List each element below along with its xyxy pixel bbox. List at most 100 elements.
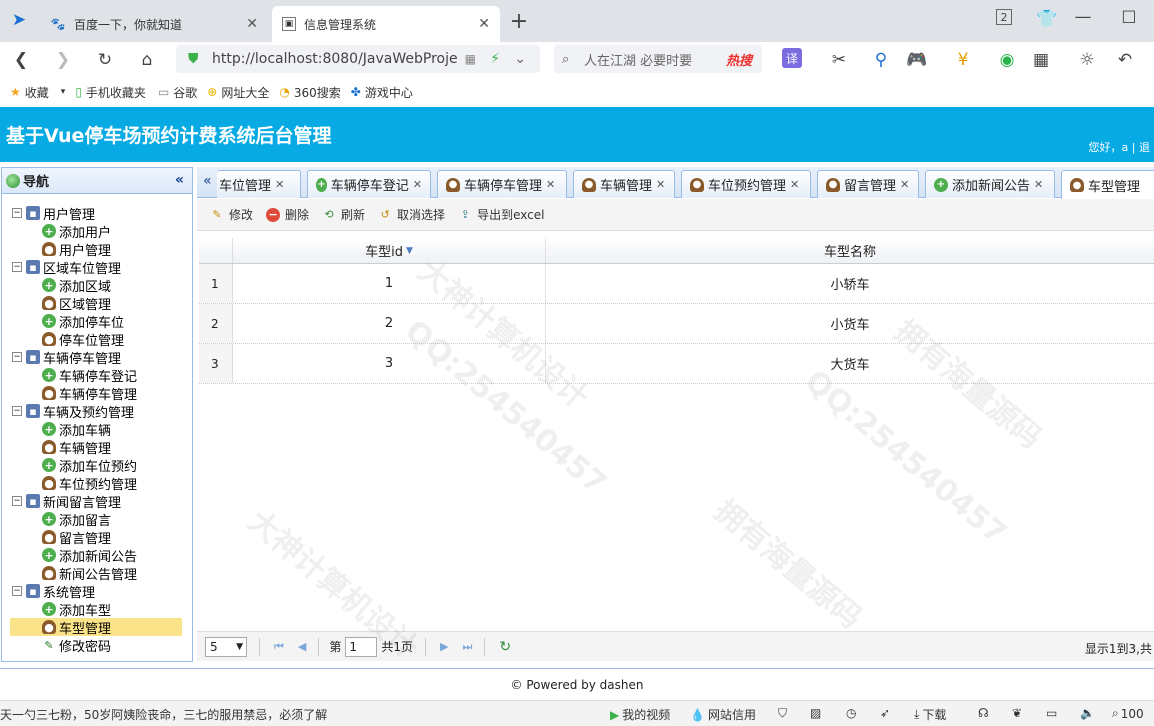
bookmark-favorites[interactable]: ★ 收藏 ▾	[10, 84, 65, 101]
nav-group[interactable]: − ▪ 系统管理	[12, 582, 95, 601]
table-row[interactable]: 2 2 小货车	[199, 304, 1154, 344]
wallet-icon[interactable]: ¥	[950, 48, 976, 72]
back-icon[interactable]: ❮	[8, 48, 34, 72]
collapse-toggle-icon[interactable]: −	[12, 586, 22, 596]
status-download[interactable]: ⤓ 下载	[914, 706, 946, 723]
nav-item[interactable]: + 添加车位预约	[10, 456, 182, 475]
close-tab-icon[interactable]: ✕	[656, 178, 665, 191]
close-tab-icon[interactable]: ✕	[900, 178, 909, 191]
headset-icon[interactable]: ☊	[978, 706, 989, 720]
image-icon[interactable]: ▨	[810, 706, 821, 720]
chevron-down-icon[interactable]: ⌄	[514, 51, 526, 67]
collapse-toggle-icon[interactable]: −	[12, 406, 22, 416]
nav-item[interactable]: + 添加留言	[10, 510, 182, 529]
reload-page-icon[interactable]: ↻	[499, 639, 511, 655]
page-size-select[interactable]: 5 ▼	[205, 636, 247, 657]
maximize-icon[interactable]: ☐	[1116, 6, 1142, 30]
status-zoom[interactable]: ⌕ 100	[1112, 706, 1144, 721]
content-tab[interactable]: ● 车辆管理 ✕	[573, 170, 675, 198]
collapse-toggle-icon[interactable]: −	[12, 208, 22, 218]
undo-icon[interactable]: ↶	[1112, 48, 1138, 72]
minimize-icon[interactable]: —	[1070, 5, 1096, 29]
nav-group[interactable]: − ▪ 车辆停车管理	[12, 348, 121, 367]
nav-item[interactable]: + 添加车辆	[10, 420, 182, 439]
nav-item[interactable]: + 添加车型	[10, 600, 182, 619]
clear-selection-button[interactable]: ↺ 取消选择	[378, 206, 445, 223]
tab-count-badge[interactable]: 2	[996, 9, 1012, 25]
first-page-icon[interactable]: ⏮	[274, 640, 284, 654]
table-row[interactable]: 3 3 大货车	[199, 344, 1154, 384]
translate-icon[interactable]: 译	[782, 48, 802, 68]
content-tab[interactable]: ● 车型管理	[1061, 170, 1154, 199]
forward-icon[interactable]: ❯	[50, 48, 76, 72]
collapse-toggle-icon[interactable]: −	[12, 352, 22, 362]
nav-item[interactable]: + 添加区域	[10, 276, 182, 295]
close-tab-icon[interactable]: ✕	[478, 16, 490, 32]
collapse-toggle-icon[interactable]: −	[12, 496, 22, 506]
bookmark-mobile[interactable]: ▯ 手机收藏夹	[75, 84, 146, 101]
user-greeting[interactable]: 您好，a | 退	[1089, 139, 1150, 155]
bookmark-google[interactable]: ▭ 谷歌	[158, 84, 197, 101]
browser-logo-icon[interactable]: ➤	[6, 8, 32, 32]
nav-item[interactable]: ● 车辆停车管理	[10, 384, 182, 403]
close-tab-icon[interactable]: ✕	[413, 178, 422, 191]
browser-tab-system[interactable]: ▣ 信息管理系统 ✕	[272, 6, 500, 42]
address-bar[interactable]: ⛊ http://localhost:8080/JavaWebProje ▦ ⚡…	[176, 45, 540, 73]
apps-grid-icon[interactable]: ▦	[1028, 48, 1054, 72]
reload-icon[interactable]: ↻	[92, 48, 118, 72]
scroll-left-icon[interactable]: «	[203, 173, 212, 189]
shirt-icon[interactable]: 👕	[1034, 7, 1060, 31]
hot-search-badge[interactable]: 热搜	[726, 50, 752, 69]
leaf-icon[interactable]: ❦	[1012, 706, 1022, 720]
column-header-id[interactable]: 车型id ▼	[233, 238, 546, 263]
game-icon[interactable]: 🎮	[904, 48, 930, 72]
close-tab-icon[interactable]: ✕	[246, 16, 258, 32]
search-input[interactable]: ⌕ 人在江湖 必要时要 热搜	[554, 45, 762, 73]
nav-item[interactable]: ✎ 修改密码	[10, 636, 182, 655]
rocket-icon[interactable]: ➶	[880, 706, 890, 720]
nav-item[interactable]: ● 新闻公告管理	[10, 564, 182, 583]
content-tab[interactable]: ● 车辆停车管理 ✕	[437, 170, 567, 198]
nav-group[interactable]: − ▪ 区域车位管理	[12, 258, 121, 277]
shield-status-icon[interactable]: ⛉	[778, 706, 787, 721]
nav-item[interactable]: ● 停车位管理	[10, 330, 182, 349]
close-tab-icon[interactable]: ✕	[790, 178, 799, 191]
delete-button[interactable]: − 删除	[266, 206, 309, 223]
speaker-icon[interactable]: 🔈	[1080, 706, 1095, 720]
new-tab-icon[interactable]: +	[506, 9, 532, 34]
column-header-name[interactable]: 车型名称	[546, 238, 1154, 263]
scissors-icon[interactable]: ✂	[826, 48, 852, 72]
refresh-button[interactable]: ⟲ 刷新	[322, 206, 365, 223]
page-number-input[interactable]: 1	[345, 636, 378, 657]
nav-item[interactable]: ● 车型管理	[10, 618, 182, 637]
export-excel-button[interactable]: ⇪ 导出到excel	[458, 206, 544, 223]
brightness-icon[interactable]: ☼	[1074, 48, 1100, 72]
nav-item[interactable]: ● 留言管理	[10, 528, 182, 547]
close-tab-icon[interactable]: ✕	[275, 178, 284, 191]
find-icon[interactable]: ⚲	[868, 48, 894, 72]
bookmark-360[interactable]: ◔ 360搜索	[279, 84, 340, 101]
nav-item[interactable]: ● 用户管理	[10, 240, 182, 259]
status-my-videos[interactable]: ▶ 我的视频	[610, 706, 670, 723]
speed-icon[interactable]: ◷	[846, 706, 856, 720]
home-icon[interactable]: ⌂	[134, 48, 160, 72]
nav-item[interactable]: + 添加停车位	[10, 312, 182, 331]
news-ticker[interactable]: 天一勺三七粉，50岁阿姨险丧命，三七的服用禁忌，必须了解	[0, 706, 327, 723]
nav-group[interactable]: − ▪ 用户管理	[12, 204, 95, 223]
browser-tab-baidu[interactable]: 🐾 百度一下，你就知道 ✕	[40, 6, 268, 42]
edit-button[interactable]: ✎ 修改	[210, 206, 253, 223]
close-tab-icon[interactable]: ✕	[1034, 178, 1043, 191]
nav-item[interactable]: ● 区域管理	[10, 294, 182, 313]
lightning-icon[interactable]: ⚡	[490, 51, 500, 67]
nav-item[interactable]: + 车辆停车登记	[10, 366, 182, 385]
content-tab[interactable]: + 添加新闻公告 ✕	[925, 170, 1055, 198]
last-page-icon[interactable]: ⏭	[463, 640, 473, 654]
content-tab[interactable]: + 车辆停车登记 ✕	[307, 170, 431, 198]
nav-group[interactable]: − ▪ 车辆及预约管理	[12, 402, 134, 421]
next-page-icon[interactable]: ▶	[440, 640, 448, 653]
bookmark-sites[interactable]: ⊕ 网址大全	[207, 84, 269, 101]
nav-group[interactable]: − ▪ 新闻留言管理	[12, 492, 121, 511]
qr-icon[interactable]: ▦	[465, 52, 476, 66]
status-site-credit[interactable]: 💧 网站信用	[690, 706, 756, 723]
content-tab[interactable]: ● 车位预约管理 ✕	[681, 170, 811, 198]
